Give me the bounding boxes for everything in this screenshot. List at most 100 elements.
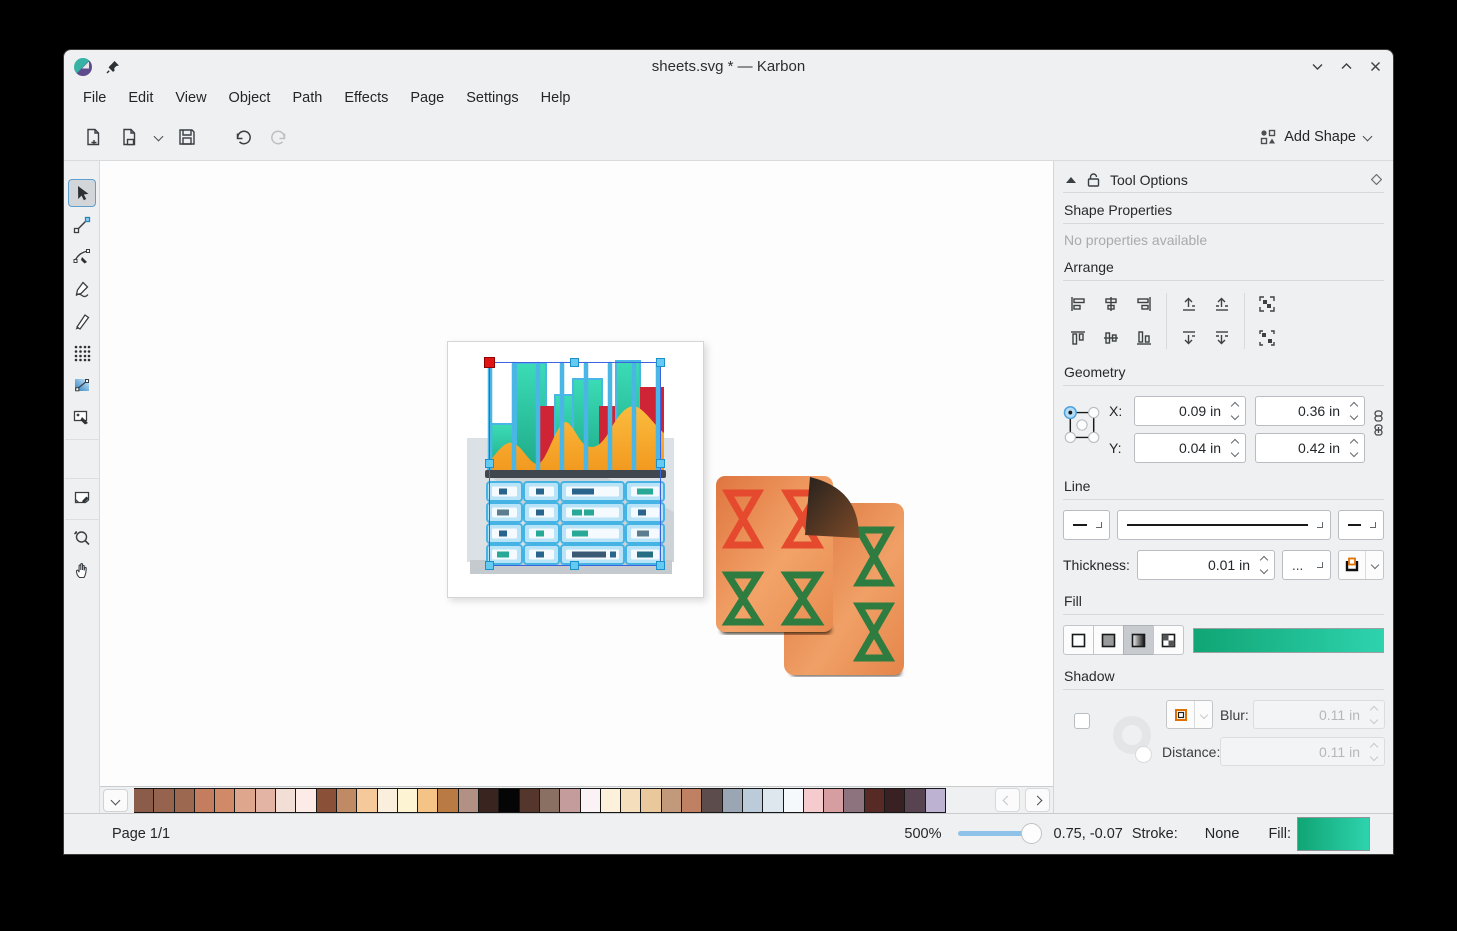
palette-swatch[interactable] <box>539 788 560 813</box>
height-spinbox[interactable]: 0.42 in <box>1255 433 1365 463</box>
palette-swatch[interactable] <box>580 788 601 813</box>
menu-path[interactable]: Path <box>281 85 333 111</box>
menu-file[interactable]: File <box>72 85 117 111</box>
canvas[interactable] <box>100 161 1053 786</box>
palette-swatch[interactable] <box>458 788 479 813</box>
palette-swatch[interactable] <box>661 788 682 813</box>
align-left-button[interactable] <box>1065 291 1091 317</box>
pen-tool[interactable] <box>68 243 96 271</box>
width-spinbox[interactable]: 0.36 in <box>1255 396 1365 426</box>
palette-swatch[interactable] <box>864 788 885 813</box>
palette-swatch[interactable] <box>295 788 316 813</box>
menu-edit[interactable]: Edit <box>117 85 164 111</box>
selection-handle-top-right[interactable] <box>656 358 665 367</box>
fill-pattern-button[interactable] <box>1153 625 1184 655</box>
lock-icon[interactable] <box>1087 173 1100 187</box>
selection-handle-top-left[interactable] <box>484 357 495 368</box>
add-shape-button[interactable]: Add Shape <box>1252 124 1379 150</box>
shadow-color-button[interactable] <box>1166 700 1213 729</box>
image-edit-tool[interactable] <box>68 403 96 431</box>
palette-swatch[interactable] <box>356 788 377 813</box>
palette-scroll-left-button[interactable] <box>995 788 1020 812</box>
palette-swatch[interactable] <box>904 788 925 813</box>
select-tool[interactable] <box>68 179 96 207</box>
fill-solid-button[interactable] <box>1093 625 1124 655</box>
pattern-tool[interactable] <box>68 339 96 367</box>
menu-effects[interactable]: Effects <box>333 85 399 111</box>
undo-button[interactable] <box>228 122 258 152</box>
group-button[interactable] <box>1254 291 1280 317</box>
open-document-button[interactable] <box>114 122 144 152</box>
align-hcenter-button[interactable] <box>1098 291 1124 317</box>
zoom-slider[interactable] <box>958 823 1040 845</box>
close-button[interactable] <box>1368 59 1383 74</box>
bring-to-front-button[interactable] <box>1209 291 1235 317</box>
palette-swatch[interactable] <box>255 788 276 813</box>
selection-handle-mid-right[interactable] <box>656 459 665 468</box>
palette-swatch[interactable] <box>234 788 255 813</box>
palette-swatch[interactable] <box>640 788 661 813</box>
palette-dropdown-button[interactable] <box>103 789 128 812</box>
menu-object[interactable]: Object <box>218 85 282 111</box>
palette-swatch[interactable] <box>803 788 824 813</box>
palette-swatch[interactable] <box>377 788 398 813</box>
palette-swatch[interactable] <box>722 788 743 813</box>
selection-handle-bottom-right[interactable] <box>656 561 665 570</box>
open-document-dropdown[interactable] <box>150 122 166 152</box>
new-document-button[interactable] <box>78 122 108 152</box>
calligraphy-tool[interactable] <box>68 307 96 335</box>
fill-gradient-swatch[interactable] <box>1193 628 1384 653</box>
keep-aspect-icon[interactable] <box>1373 410 1384 422</box>
menu-page[interactable]: Page <box>399 85 455 111</box>
y-position-spinbox[interactable]: 0.04 in <box>1134 433 1246 463</box>
palette-swatch[interactable] <box>275 788 296 813</box>
palette-swatch[interactable] <box>478 788 499 813</box>
anchor-selector[interactable] <box>1063 396 1101 454</box>
x-position-spinbox[interactable]: 0.09 in <box>1134 396 1246 426</box>
shadow-angle-knob[interactable] <box>1135 746 1152 763</box>
blur-spinbox[interactable]: 0.11 in <box>1253 700 1385 729</box>
distance-spinbox[interactable]: 0.11 in <box>1220 737 1385 766</box>
palette-swatch[interactable] <box>437 788 458 813</box>
titlebar[interactable]: sheets.svg * — Karbon <box>64 50 1393 83</box>
selection-handle-mid-left[interactable] <box>485 459 494 468</box>
line-end-marker-combo[interactable] <box>1338 510 1384 540</box>
palette-swatch[interactable] <box>174 788 195 813</box>
palette-swatch[interactable] <box>681 788 702 813</box>
palette-swatch[interactable] <box>194 788 215 813</box>
align-top-button[interactable] <box>1065 325 1091 351</box>
zoom-level[interactable]: 500% <box>904 826 941 842</box>
palette-swatch[interactable] <box>783 788 804 813</box>
status-fill-swatch[interactable] <box>1297 817 1370 851</box>
palette-swatch[interactable] <box>214 788 235 813</box>
dash-pattern-combo[interactable]: ... <box>1282 550 1331 580</box>
palette-swatch[interactable] <box>600 788 621 813</box>
palette-swatch[interactable] <box>498 788 519 813</box>
menu-view[interactable]: View <box>164 85 217 111</box>
line-style-combo[interactable] <box>1117 510 1331 540</box>
palette-swatch[interactable] <box>559 788 580 813</box>
fill-none-button[interactable] <box>1063 625 1094 655</box>
line-join-button[interactable] <box>1338 550 1384 580</box>
ungroup-button[interactable] <box>1254 325 1280 351</box>
align-right-button[interactable] <box>1131 291 1157 317</box>
selection-rectangle[interactable] <box>489 362 661 566</box>
zoom-slider-handle[interactable] <box>1021 823 1042 844</box>
line-start-marker-combo[interactable] <box>1063 510 1110 540</box>
pan-tool[interactable] <box>68 556 96 584</box>
selection-handle-bottom-mid[interactable] <box>570 561 579 570</box>
float-icon[interactable] <box>1371 174 1382 185</box>
fill-gradient-button[interactable] <box>1123 625 1154 655</box>
palette-swatch[interactable] <box>519 788 540 813</box>
collapse-icon[interactable] <box>1065 176 1077 184</box>
palette-swatch[interactable] <box>336 788 357 813</box>
palette-swatch[interactable] <box>153 788 174 813</box>
gradient-tool[interactable] <box>68 371 96 399</box>
freehand-tool[interactable] <box>68 275 96 303</box>
maximize-button[interactable] <box>1339 59 1354 74</box>
selection-handle-bottom-left[interactable] <box>485 561 494 570</box>
shadow-enable-checkbox[interactable] <box>1074 713 1090 729</box>
menu-help[interactable]: Help <box>530 85 582 111</box>
palette-scroll-right-button[interactable] <box>1025 788 1050 812</box>
palette-swatch[interactable] <box>134 788 154 813</box>
